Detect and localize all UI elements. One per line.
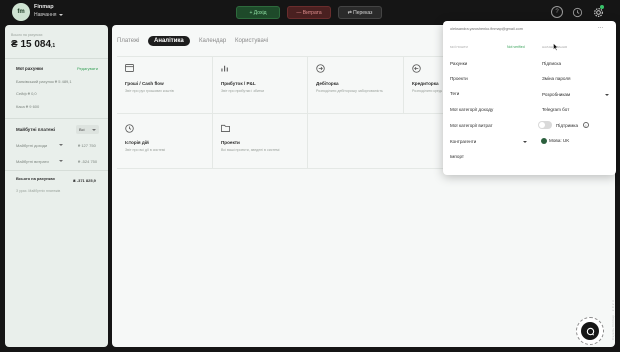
accounts-title: Мої рахунки [16, 66, 44, 71]
creditors-icon [412, 64, 421, 75]
support-toggle[interactable] [538, 121, 552, 129]
card-description: Звіт про всі дії в системі [125, 148, 166, 152]
divider [5, 58, 108, 59]
balance-decimal: ,1 [51, 43, 56, 49]
mouse-cursor [553, 43, 559, 53]
future-expense-value: ₴ -524 750 [78, 159, 98, 164]
verification-status[interactable]: Not verified [507, 45, 525, 49]
card-title: Історія дій [125, 140, 149, 145]
card-description: Звіт про прибутки і збитки [221, 89, 265, 93]
side-label: Оцініть Finmap · 2 0 2 3 [611, 300, 615, 340]
chat-widget[interactable] [576, 317, 604, 345]
workspace-name: Навчання [34, 12, 57, 18]
card-description: Розподілити кредиторську заборгованість [412, 89, 442, 93]
chevron-down-icon [59, 13, 64, 16]
card-title: Прибуток / P&L [221, 81, 256, 86]
tab-users[interactable]: Користувачі [235, 38, 268, 44]
emails-caption: МОЇ ПОШТИ [450, 45, 468, 49]
workspace-selector[interactable]: Навчання [34, 12, 64, 18]
menu-item-expense-categories[interactable]: Мої категорії витрат [450, 123, 493, 128]
menu-item-import[interactable]: Імпорт [450, 154, 464, 159]
support-label: Підтримка [556, 123, 579, 128]
account-row[interactable]: Банківський рахунок ₴ 5 489,1 [16, 79, 72, 84]
card-description: Звіт про рух грошових коштів [125, 89, 174, 93]
chevron-down-icon[interactable] [59, 144, 63, 146]
account-row[interactable]: Сейф ₴ 0,0 [16, 91, 37, 96]
debtors-icon [316, 64, 325, 75]
balance-caption: Всього на рахунках [11, 33, 43, 37]
future-income-row[interactable]: Майбутні доходи [16, 143, 47, 148]
card-title: Гроші / Cash flow [125, 81, 164, 86]
card-description: Всі ваші проекти, зведені в системі [221, 148, 280, 152]
menu-item-counterparties[interactable]: Контрагенти [450, 139, 476, 144]
total-value: ₴ -371 825,9 [73, 178, 96, 183]
globe-icon [541, 138, 547, 144]
menu-item-accounts[interactable]: Рахунки [450, 61, 467, 66]
divider [212, 56, 213, 168]
add-transfer-button[interactable]: ⇄ Переказ [338, 6, 382, 19]
edit-accounts-link[interactable]: Редагувати [77, 66, 98, 71]
pnl-chart-icon [221, 64, 230, 74]
tab-analytics[interactable]: Аналітика [148, 36, 190, 46]
card-title: Дебіторка [316, 81, 339, 86]
add-income-button[interactable]: + Дохід [236, 6, 280, 19]
card-title: Кредиторка [412, 81, 439, 86]
user-email: oleksandra.yaroshenko.finmap@gmail.com [450, 27, 523, 31]
future-payments-title: Майбутні платежі [16, 127, 55, 132]
total-balance: ₴ 15 084,1 [11, 39, 55, 50]
divider [5, 170, 108, 171]
cash-flow-icon [125, 64, 134, 74]
divider [307, 56, 308, 168]
app-name: Finmap [34, 4, 54, 10]
card-title: Проекти [221, 140, 240, 145]
history-icon [125, 124, 134, 135]
divider [5, 118, 108, 119]
folder-icon [221, 124, 230, 134]
divider [403, 56, 404, 113]
chevron-down-icon[interactable] [523, 141, 527, 143]
chat-icon [581, 322, 599, 340]
menu-item-income-categories[interactable]: Мої категорії доходу [450, 107, 493, 112]
chevron-down-icon[interactable] [59, 160, 63, 162]
menu-item-developers[interactable]: Розробникам [542, 92, 570, 97]
menu-item-subscription[interactable]: Підписка [542, 61, 561, 66]
notification-dot [600, 5, 604, 9]
history-icon[interactable] [571, 6, 583, 18]
menu-item-telegram-bot[interactable]: Telegram бот [542, 107, 569, 112]
total-subtitle: З урах. Майбутніх платежів [16, 189, 61, 193]
divider [117, 168, 443, 169]
total-label: Всього на рахунках [16, 176, 55, 181]
future-income-value: ₴ 127 750 [78, 143, 96, 148]
divider [117, 56, 443, 57]
help-icon[interactable]: ? [551, 6, 563, 18]
future-expense-row[interactable]: Майбутні витрати [16, 159, 49, 164]
account-row[interactable]: Каса ₴ 9 600 [16, 104, 39, 109]
more-icon[interactable]: ··· [598, 25, 603, 31]
tab-calendar[interactable]: Календар [199, 38, 226, 44]
menu-item-change-password[interactable]: Зміна пароля [542, 76, 571, 81]
future-payments-select[interactable]: Всі [76, 125, 99, 134]
sidebar [5, 25, 108, 347]
menu-item-tags[interactable]: Теги [450, 91, 459, 96]
info-icon[interactable]: i [583, 122, 589, 128]
chevron-down-icon[interactable] [605, 94, 609, 96]
app-logo[interactable]: fm [12, 3, 30, 21]
select-value: Всі [79, 127, 85, 132]
settings-dropdown [443, 21, 616, 175]
menu-item-projects[interactable]: Проекти [450, 76, 468, 81]
tab-payments[interactable]: Платежі [117, 38, 139, 44]
divider [117, 113, 443, 114]
language-selector[interactable]: Мова: UK [549, 138, 569, 143]
add-expense-button[interactable]: — Витрата [287, 6, 331, 19]
chevron-down-icon [92, 128, 96, 131]
balance-main: ₴ 15 084 [11, 39, 52, 50]
card-description: Розподілити дебіторську заборгованість [316, 89, 383, 93]
